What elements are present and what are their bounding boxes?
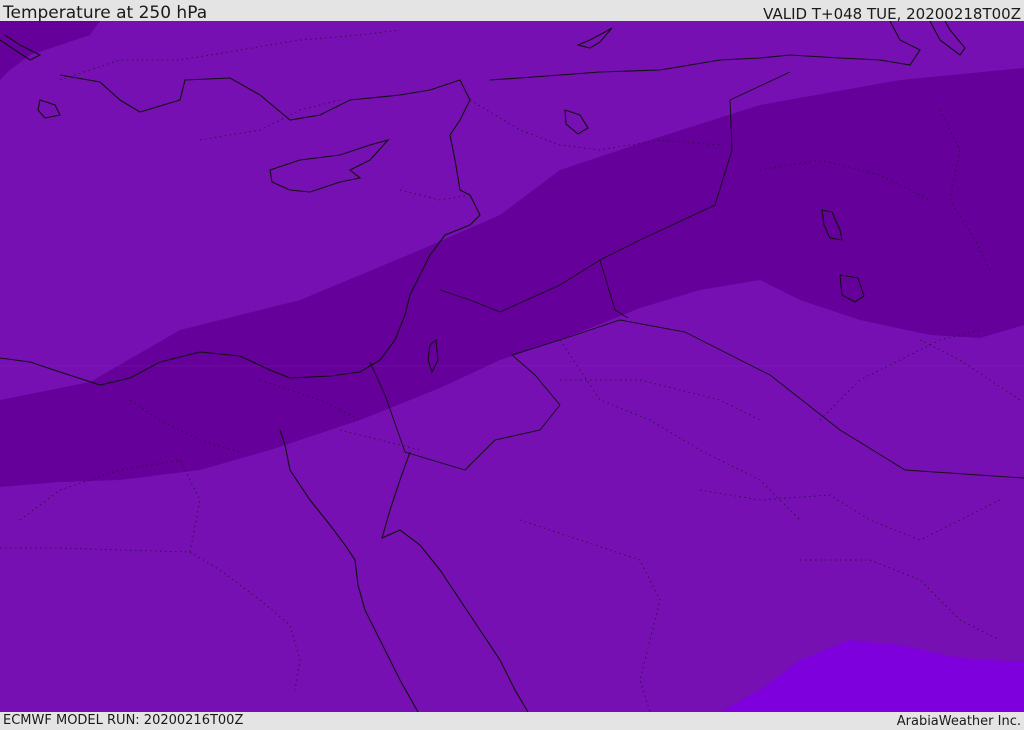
credit-label: ArabiaWeather Inc. (896, 714, 1021, 729)
temperature-map (0, 21, 1024, 712)
map-title: Temperature at 250 hPa (3, 3, 208, 23)
valid-time: VALID T+048 TUE, 20200218T00Z (763, 5, 1021, 23)
header-bar: Temperature at 250 hPa VALID T+048 TUE, … (0, 0, 1024, 23)
footer-bar: ECMWF MODEL RUN: 20200216T00Z ArabiaWeat… (0, 712, 1024, 729)
model-run-label: ECMWF MODEL RUN: 20200216T00Z (3, 713, 244, 728)
